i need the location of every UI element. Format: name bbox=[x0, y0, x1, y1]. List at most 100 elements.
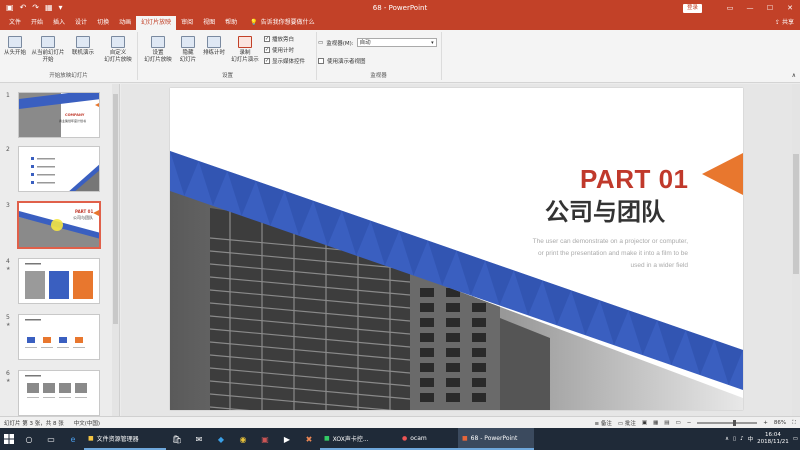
network-icon[interactable]: ▯ bbox=[733, 436, 736, 442]
from-beginning-button[interactable]: 从头开始 bbox=[0, 36, 30, 57]
checkbox-checked[interactable]: ✓ bbox=[264, 47, 270, 53]
edge-icon[interactable]: e bbox=[62, 428, 84, 450]
customize-icon[interactable]: ▾ bbox=[59, 0, 63, 16]
tray-expand-icon[interactable]: ∧ bbox=[725, 436, 729, 442]
login-button[interactable]: 登录 bbox=[682, 4, 702, 13]
undo-icon[interactable]: ↶ bbox=[20, 0, 27, 16]
record-slideshow-button[interactable]: 录制 幻灯片演示 bbox=[227, 36, 263, 64]
slide-thumbnail-6[interactable] bbox=[18, 370, 100, 416]
orange-triangle bbox=[702, 153, 743, 195]
tell-me-box[interactable]: 💡 告诉我你想要做什么 bbox=[250, 16, 315, 30]
slide-thumbnail-3[interactable]: PART 01 公司与团队 bbox=[17, 201, 101, 249]
taskbar-app-soundcard[interactable]: ■ XOX声卡控... bbox=[320, 428, 398, 450]
tab-file[interactable]: 文件 bbox=[4, 16, 26, 30]
checkbox-checked[interactable]: ✓ bbox=[264, 58, 270, 64]
rehearse-timings-button[interactable]: 排练计时 bbox=[199, 36, 229, 57]
monitor-select[interactable]: 自动 bbox=[356, 38, 437, 47]
notes-button[interactable]: ≡ 备注 bbox=[595, 419, 612, 427]
redo-icon[interactable]: ↷ bbox=[32, 0, 39, 16]
tab-help[interactable]: 帮助 bbox=[220, 16, 242, 30]
language-indicator[interactable]: 中文(中国) bbox=[74, 419, 100, 427]
task-view-icon[interactable]: ▭ bbox=[40, 428, 62, 450]
from-current-button[interactable]: 从当前幻灯片 开始 bbox=[30, 36, 66, 64]
part-title[interactable]: PART 01 bbox=[580, 164, 689, 195]
zoom-level[interactable]: 86% bbox=[774, 420, 786, 426]
folder-icon: ■ bbox=[88, 434, 94, 442]
section-title[interactable]: 公司与团队 bbox=[545, 192, 665, 227]
slideshow-view-icon[interactable]: ▭ bbox=[675, 420, 680, 426]
building-window bbox=[446, 378, 460, 387]
taskbar-app-explorer[interactable]: ■ 文件资源管理器 bbox=[84, 428, 166, 450]
fit-slide-icon[interactable]: ⛶ bbox=[792, 420, 796, 427]
monitor-label: 监视器(M): bbox=[326, 40, 354, 47]
tab-home[interactable]: 开始 bbox=[26, 16, 48, 30]
input-language[interactable]: 中 bbox=[748, 435, 754, 443]
share-button[interactable]: ⇪ 共享 bbox=[775, 16, 794, 30]
tab-insert[interactable]: 插入 bbox=[48, 16, 70, 30]
tab-slideshow[interactable]: 幻灯片放映 bbox=[136, 16, 177, 30]
thumbnail-scrollbar[interactable] bbox=[112, 84, 119, 416]
show-media-controls-checkbox[interactable]: ✓ 显示媒体控件 bbox=[264, 57, 305, 65]
store-icon[interactable]: 🛍 bbox=[166, 428, 188, 450]
start-button[interactable] bbox=[0, 428, 18, 450]
online-present-button[interactable]: 联机演示 bbox=[68, 36, 98, 57]
xsplit-icon[interactable]: ✖ bbox=[298, 428, 320, 450]
slide-thumbnail-1[interactable]: COMPANY 商业策划年度计划书 bbox=[18, 92, 100, 138]
tab-view[interactable]: 视图 bbox=[198, 16, 220, 30]
animation-star-icon: ★ bbox=[6, 322, 11, 328]
setup-slideshow-label-1: 设置 bbox=[152, 50, 164, 56]
clock[interactable]: 16:04 2018/11/21 bbox=[757, 432, 789, 446]
editing-scrollbar[interactable] bbox=[792, 84, 800, 416]
search-icon[interactable]: ○ bbox=[18, 428, 40, 450]
volume-icon[interactable]: ♪ bbox=[740, 436, 744, 442]
thumb-1-title: COMPANY bbox=[65, 113, 85, 117]
player-icon[interactable]: ▶ bbox=[276, 428, 298, 450]
tab-review[interactable]: 审阅 bbox=[176, 16, 198, 30]
checkbox-unchecked[interactable] bbox=[318, 58, 324, 64]
app-icon[interactable]: ◆ bbox=[210, 428, 232, 450]
scrollbar-thumb[interactable] bbox=[113, 94, 118, 324]
collapse-ribbon-icon[interactable]: ∧ bbox=[792, 72, 796, 79]
close-icon[interactable]: ✕ bbox=[780, 0, 800, 16]
taskbar-app-ocam[interactable]: ● ocam bbox=[398, 428, 458, 450]
present-icon[interactable]: ▦ bbox=[45, 0, 53, 16]
slide-thumbnail-5[interactable] bbox=[18, 314, 100, 360]
normal-view-icon[interactable]: ▣ bbox=[642, 420, 647, 426]
zoom-in-icon[interactable]: + bbox=[763, 420, 768, 426]
comments-button[interactable]: ▭ 批注 bbox=[618, 419, 636, 427]
checkbox-checked[interactable]: ✓ bbox=[264, 36, 270, 42]
tab-animations[interactable]: 动画 bbox=[114, 16, 136, 30]
minimize-icon[interactable]: — bbox=[740, 0, 760, 16]
thumb-1-graphic bbox=[19, 93, 99, 137]
chrome-icon[interactable]: ◉ bbox=[232, 428, 254, 450]
taskbar-app-powerpoint[interactable]: ■ 68 - PowerPoint bbox=[458, 428, 534, 450]
window-title: 68 - PowerPoint bbox=[372, 4, 428, 12]
media-icon[interactable]: ▣ bbox=[254, 428, 276, 450]
save-icon[interactable]: ▣ bbox=[6, 0, 14, 16]
status-bar: 幻灯片 第 3 张，共 8 张 中文(中国) ≡ 备注 ▭ 批注 ▣ ▦ ▤ ▭… bbox=[0, 416, 800, 428]
custom-slideshow-button[interactable]: 自定义 幻灯片放映 bbox=[100, 36, 136, 64]
maximize-icon[interactable]: ☐ bbox=[760, 0, 780, 16]
play-narrations-checkbox[interactable]: ✓ 播放旁白 bbox=[264, 35, 294, 43]
scrollbar-thumb[interactable] bbox=[793, 154, 799, 274]
monitors-group-label: 监视器 bbox=[370, 73, 387, 79]
slide-thumbnail-4[interactable] bbox=[18, 258, 100, 304]
notification-icon[interactable]: ▭ bbox=[793, 436, 798, 442]
ribbon-display-icon[interactable]: ▭ bbox=[720, 0, 740, 16]
slide-description[interactable]: The user can demonstrate on a projector … bbox=[478, 236, 688, 272]
use-timings-checkbox[interactable]: ✓ 使用计时 bbox=[264, 46, 294, 54]
setup-slideshow-button[interactable]: 设置 幻灯片放映 bbox=[141, 36, 175, 64]
presenter-view-checkbox[interactable]: 使用演示者视图 bbox=[318, 57, 366, 65]
zoom-out-icon[interactable]: − bbox=[687, 420, 692, 426]
tab-design[interactable]: 设计 bbox=[70, 16, 92, 30]
zoom-slider[interactable] bbox=[697, 420, 758, 426]
slide-thumbnail-2[interactable] bbox=[18, 146, 100, 192]
tab-transitions[interactable]: 切换 bbox=[92, 16, 114, 30]
thumb-2-graphic bbox=[31, 157, 99, 191]
mail-icon[interactable]: ✉ bbox=[188, 428, 210, 450]
current-slide[interactable]: PART 01 公司与团队 The user can demonstrate o… bbox=[170, 88, 743, 410]
slide-sorter-icon[interactable]: ▦ bbox=[653, 420, 658, 426]
building-window bbox=[472, 333, 486, 342]
reading-view-icon[interactable]: ▤ bbox=[664, 420, 669, 426]
taskbar-app-label: 文件资源管理器 bbox=[96, 435, 139, 443]
